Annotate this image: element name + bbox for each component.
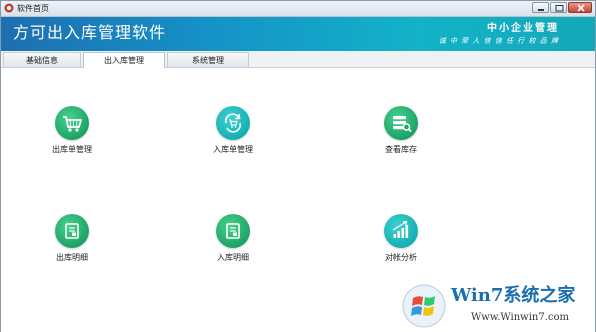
document-icon[interactable] — [216, 214, 250, 248]
bar-chart-icon[interactable] — [384, 214, 418, 248]
cart-icon[interactable] — [55, 106, 89, 140]
tab-basic-info[interactable]: 基础信息 — [3, 52, 81, 67]
watermark: Win7系统之家 Www.Winwin7.com — [399, 279, 595, 331]
module-outbound-orders[interactable]: 出库单管理 — [32, 106, 112, 166]
document-icon[interactable] — [55, 214, 89, 248]
title-bar[interactable]: 软件首页 — [1, 1, 595, 17]
minimize-button[interactable] — [532, 2, 549, 13]
module-view-stock[interactable]: 查看库存 — [361, 106, 441, 166]
watermark-url: Www.Winwin7.com — [471, 312, 569, 323]
banner-slogan: 中小企业管理 — [487, 23, 559, 34]
module-label: 入库单管理 — [213, 145, 253, 154]
close-button[interactable] — [568, 2, 592, 13]
app-logo-icon — [4, 3, 14, 13]
app-title: 方可出入库管理软件 — [13, 23, 167, 42]
tab-stock-io[interactable]: 出入库管理 — [83, 52, 165, 68]
module-outbound-details[interactable]: 出库明细 — [32, 214, 112, 274]
app-banner: 方可出入库管理软件 中小企业管理 诚 中 荣 人 信 信 任 行 较 品 牌 — [1, 17, 595, 51]
window-controls — [532, 2, 592, 14]
watermark-brand: Win7系统之家 — [451, 285, 576, 306]
stack-search-icon[interactable] — [384, 106, 418, 140]
module-inbound-orders[interactable]: 入库单管理 — [193, 106, 273, 166]
module-label: 对帐分析 — [385, 253, 417, 262]
cart-refresh-icon[interactable] — [216, 106, 250, 140]
windows-logo-icon — [401, 283, 447, 329]
tab-system[interactable]: 系统管理 — [167, 52, 249, 67]
tab-bar: 基础信息 出入库管理 系统管理 — [1, 51, 595, 68]
module-label: 出库单管理 — [52, 145, 92, 154]
module-inbound-details[interactable]: 入库明细 — [193, 214, 273, 274]
module-reconciliation[interactable]: 对帐分析 — [361, 214, 441, 274]
app-window: 软件首页 方可出入库管理软件 中小企业管理 诚 中 荣 人 信 信 任 行 较 … — [0, 0, 596, 332]
window-title: 软件首页 — [17, 4, 49, 13]
banner-subslogan: 诚 中 荣 人 信 信 任 行 较 品 牌 — [438, 37, 559, 45]
maximize-button[interactable] — [550, 2, 567, 13]
module-label: 入库明细 — [217, 253, 249, 262]
module-label: 出库明细 — [56, 253, 88, 262]
module-label: 查看库存 — [385, 145, 417, 154]
